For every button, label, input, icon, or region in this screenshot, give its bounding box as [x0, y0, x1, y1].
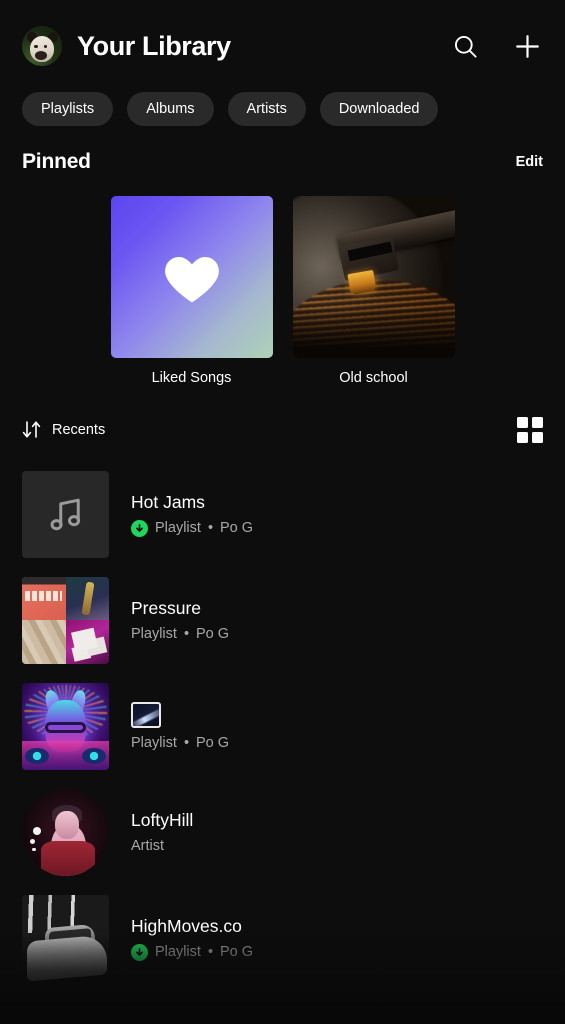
grid-view-button[interactable] [517, 416, 543, 443]
filter-chip-albums[interactable]: Albums [127, 92, 214, 126]
list-item-title: Pressure [131, 598, 202, 618]
page-title: Your Library [77, 30, 231, 61]
list-item-title: Hot Jams [131, 491, 205, 512]
list-item-separator: • [207, 944, 214, 960]
list-item-text: Hot Jams Playlist • Po G [131, 492, 253, 537]
list-item[interactable]: HighMoves.co Playlist • Po G [22, 885, 543, 991]
grid-view-icon-cell-2 [532, 416, 543, 428]
sort-label: Recents [52, 421, 106, 438]
collage-tile-1 [22, 576, 66, 620]
grid-view-icon-cell-3 [517, 431, 528, 443]
collage-tile-3 [22, 620, 66, 664]
pinned-label-old-school: Old school [339, 370, 408, 386]
edit-button[interactable]: Edit [516, 154, 543, 170]
heart-icon [164, 257, 219, 303]
pinned-label-liked-songs: Liked Songs [151, 370, 232, 386]
search-icon [454, 35, 477, 58]
list-item-type: Playlist [155, 520, 201, 536]
list-item-separator: • [207, 520, 214, 536]
music-note-icon [50, 498, 80, 531]
header-actions [449, 30, 543, 62]
stage-light-3 [32, 847, 36, 852]
filter-chips: Playlists Albums Artists Downloaded [0, 92, 565, 150]
artist-face [55, 811, 79, 839]
list-item-type: Playlist [131, 734, 177, 751]
list-item-owner: Po G [196, 734, 230, 751]
list-item[interactable]: Pressure Playlist • Po G [22, 567, 543, 673]
dog-headphones [44, 721, 87, 733]
list-item[interactable]: Hot Jams Playlist • Po G [22, 461, 543, 567]
download-arrow-icon [136, 523, 143, 532]
list-item-separator: • [183, 626, 190, 642]
grid-view-icon-cell-1 [517, 416, 528, 428]
list-item-subtitle: Playlist • Po G [131, 943, 254, 961]
user-avatar-bulldog[interactable] [22, 26, 62, 66]
list-item-type: Playlist [155, 944, 201, 960]
stage-light-1 [33, 826, 42, 835]
downloaded-badge [131, 519, 148, 537]
app-header: Your Library [0, 0, 565, 92]
dj-turntable-left [25, 747, 49, 765]
list-item[interactable]: LoftyHill Artist [22, 779, 543, 885]
list-item-text: LoftyHill Artist [131, 810, 193, 854]
download-arrow-icon [136, 947, 143, 956]
sort-arrows-icon [22, 421, 41, 438]
collage-tile-4 [65, 620, 109, 664]
list-item-owner: Po G [196, 626, 230, 642]
turntable-shadow [292, 309, 455, 358]
highmoves-artwork [22, 894, 109, 982]
avatar-dog-muzzle [35, 50, 48, 60]
grid-view-icon-cell-4 [532, 431, 543, 443]
filter-chip-downloaded[interactable]: Downloaded [319, 92, 439, 126]
pinned-title: Pinned [22, 150, 91, 173]
hot-jams-artwork [22, 470, 109, 558]
list-item[interactable]: Playlist • Po G [22, 673, 543, 779]
list-item-text: Playlist • Po G [131, 701, 229, 751]
car-body [27, 934, 108, 982]
list-item-title: HighMoves.co [131, 915, 242, 936]
filter-chip-playlists[interactable]: Playlists [22, 92, 114, 126]
search-button[interactable] [449, 30, 481, 62]
spotify-library-screen: Your Library Playlists Albums Artists Do… [0, 0, 565, 1024]
pinned-card-old-school[interactable]: Old school [292, 196, 455, 386]
filter-chip-artists[interactable]: Artists [227, 92, 306, 126]
collage-tile-2 [65, 576, 109, 620]
pressure-artwork [22, 576, 109, 664]
stage-light-2 [29, 838, 36, 845]
list-item-type: Artist [131, 838, 165, 854]
artist-jacket [41, 840, 96, 876]
dj-turntable-right [82, 747, 106, 765]
pinned-section-header: Pinned Edit [0, 150, 565, 174]
neon-dj-dog-artwork [22, 682, 109, 770]
list-item-separator: • [183, 734, 190, 751]
list-item-type: Playlist [131, 626, 177, 642]
list-item-owner: Po G [220, 520, 254, 536]
recents-list: Hot Jams Playlist • Po G Pressure Playli… [0, 461, 565, 991]
old-school-artwork [292, 196, 455, 358]
list-item-subtitle: Playlist • Po G [131, 735, 229, 751]
recents-bar: Recents [0, 416, 565, 443]
pinned-items: Liked Songs Old school [0, 196, 565, 386]
plus-icon [515, 34, 539, 58]
pinned-card-liked-songs[interactable]: Liked Songs [110, 196, 273, 386]
list-item-title: LoftyHill [131, 810, 194, 830]
loftyhill-artwork [22, 788, 109, 876]
add-button[interactable] [511, 30, 543, 62]
downloaded-badge [131, 943, 148, 961]
sort-button[interactable]: Recents [22, 416, 105, 443]
list-item-subtitle: Playlist • Po G [131, 626, 229, 642]
liked-songs-artwork [110, 196, 273, 358]
list-item-owner: Po G [220, 944, 254, 960]
list-item-text: HighMoves.co Playlist • Po G [131, 916, 253, 961]
list-item-title-emoji-framed-picture-icon [131, 701, 161, 728]
list-item-subtitle: Artist [131, 838, 193, 854]
list-item-subtitle: Playlist • Po G [131, 519, 254, 537]
list-item-text: Pressure Playlist • Po G [131, 598, 229, 642]
